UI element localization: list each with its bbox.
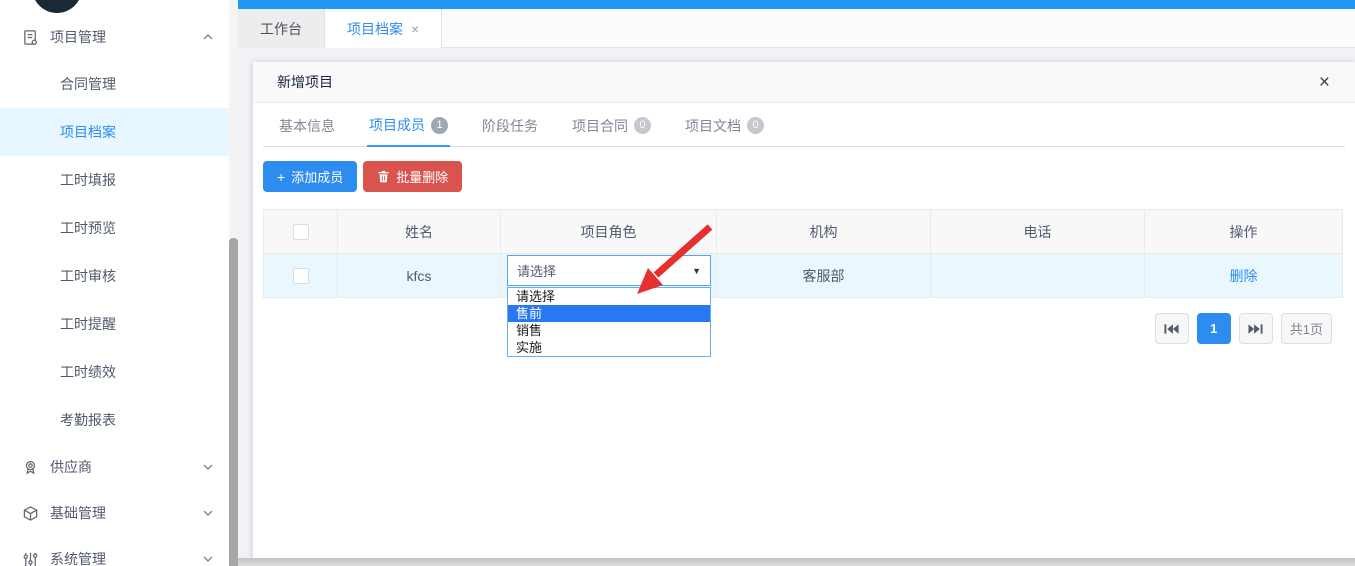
delete-row-link[interactable]: 删除 [1230, 268, 1258, 284]
sidebar-menu: 项目管理 合同管理 项目档案 工时填报 工时预览 工时审核 工时提醒 工时绩效 … [0, 14, 238, 566]
sidebar-group-base-mgmt[interactable]: 基础管理 [0, 490, 232, 536]
tab-label: 项目文档 [685, 116, 741, 136]
count-badge: 0 [634, 117, 651, 134]
tab-phase-tasks[interactable]: 阶段任务 [480, 115, 540, 146]
sidebar-group-label: 基础管理 [50, 503, 106, 523]
batch-delete-button[interactable]: 批量删除 [363, 161, 462, 192]
panel-tabs: 基本信息 项目成员 1 阶段任务 项目合同 0 项目文档 0 [263, 103, 1345, 147]
row-checkbox[interactable] [293, 268, 309, 284]
page-1-button[interactable]: 1 [1197, 313, 1231, 344]
cell-phone [931, 254, 1145, 298]
plus-icon: + [277, 169, 285, 185]
tab-label: 基本信息 [279, 116, 335, 136]
table-header-row: 姓名 项目角色 机构 电话 操作 [264, 210, 1343, 254]
sidebar-item-project-archive[interactable]: 项目档案 [0, 108, 232, 156]
members-table: 姓名 项目角色 机构 电话 操作 kfcs 客服部 删除 [263, 209, 1343, 298]
option-implementation[interactable]: 实施 [508, 339, 710, 356]
close-icon[interactable]: × [1319, 73, 1330, 92]
column-header-org: 机构 [717, 210, 931, 254]
sidebar-group-system-mgmt[interactable]: 系统管理 [0, 536, 232, 566]
tab-label: 项目合同 [572, 116, 628, 136]
cube-icon [22, 505, 39, 522]
select-all-checkbox[interactable] [293, 224, 309, 240]
total-pages-label: 共1页 [1281, 313, 1332, 344]
page-tabbar: 工作台 项目档案 × [238, 9, 1355, 48]
cell-org: 客服部 [717, 254, 931, 298]
tab-basic-info[interactable]: 基本信息 [277, 115, 337, 146]
option-sales[interactable]: 销售 [508, 322, 710, 339]
select-value: 请选择 [517, 261, 556, 280]
tab-label: 项目档案 [347, 19, 403, 39]
sidebar-item-contract-mgmt[interactable]: 合同管理 [0, 60, 232, 108]
count-badge: 1 [431, 117, 448, 134]
sidebar-item-hours-remind[interactable]: 工时提醒 [0, 300, 232, 348]
supplier-badge-icon [22, 459, 39, 476]
option-presales[interactable]: 售前 [508, 305, 710, 322]
tab-label: 项目成员 [369, 115, 425, 135]
sidebar-scrollbar-thumb[interactable] [229, 238, 238, 566]
sidebar-group-project-mgmt[interactable]: 项目管理 [0, 14, 232, 60]
project-doc-icon [22, 29, 39, 46]
sidebar-group-supplier[interactable]: 供应商 [0, 444, 232, 490]
count-badge: 0 [747, 117, 764, 134]
sidebar-item-attendance-report[interactable]: 考勤报表 [0, 396, 232, 444]
first-page-button[interactable] [1155, 313, 1189, 344]
column-header-phone: 电话 [931, 210, 1145, 254]
chevron-down-icon [202, 507, 214, 519]
trash-icon [377, 170, 390, 183]
last-page-button[interactable] [1239, 313, 1273, 344]
tab-project-archive[interactable]: 项目档案 × [325, 9, 442, 48]
skip-next-icon [1248, 323, 1263, 335]
top-accent-bar [238, 0, 1355, 9]
sidebar: 项目管理 合同管理 项目档案 工时填报 工时预览 工时审核 工时提醒 工时绩效 … [0, 0, 238, 566]
app-logo [32, 0, 82, 13]
role-select-dropdown: 请选择 售前 销售 实施 [507, 287, 711, 357]
table-row: kfcs 客服部 删除 [264, 254, 1343, 298]
chevron-down-icon [202, 553, 214, 565]
horizontal-scrollbar[interactable] [238, 558, 1355, 566]
pagination: 1 共1页 [1147, 313, 1332, 344]
chevron-up-icon [202, 31, 214, 43]
button-label: 批量删除 [396, 167, 448, 186]
member-toolbar: + 添加成员 批量删除 [263, 161, 1355, 192]
sidebar-group-label: 供应商 [50, 457, 92, 477]
tab-project-contract[interactable]: 项目合同 0 [570, 115, 653, 146]
row-checkbox-cell [264, 254, 338, 298]
panel-title: 新增项目 [277, 72, 333, 92]
skip-prev-icon [1164, 323, 1179, 335]
tab-label: 阶段任务 [482, 116, 538, 136]
sidebar-item-hours-performance[interactable]: 工时绩效 [0, 348, 232, 396]
column-header-name: 姓名 [338, 210, 501, 254]
add-member-button[interactable]: + 添加成员 [263, 161, 357, 192]
cell-actions: 删除 [1145, 254, 1343, 298]
tab-workbench[interactable]: 工作台 [238, 9, 325, 48]
new-project-panel: 新增项目 × 基本信息 项目成员 1 阶段任务 项目合同 0 项目文档 0 + … [253, 62, 1355, 558]
column-header-role: 项目角色 [501, 210, 717, 254]
sidebar-item-hours-fill[interactable]: 工时填报 [0, 156, 232, 204]
header-checkbox-cell [264, 210, 338, 254]
tab-label: 工作台 [260, 19, 302, 39]
sliders-icon [22, 551, 39, 566]
tab-project-members[interactable]: 项目成员 1 [367, 115, 450, 147]
column-header-actions: 操作 [1145, 210, 1343, 254]
sidebar-group-label: 项目管理 [50, 27, 106, 47]
sidebar-item-hours-preview[interactable]: 工时预览 [0, 204, 232, 252]
caret-down-icon: ▼ [692, 266, 701, 276]
button-label: 添加成员 [291, 167, 343, 186]
close-icon[interactable]: × [411, 21, 419, 37]
chevron-down-icon [202, 461, 214, 473]
panel-header: 新增项目 × [253, 62, 1355, 103]
tab-project-docs[interactable]: 项目文档 0 [683, 115, 766, 146]
sidebar-group-label: 系统管理 [50, 549, 106, 566]
cell-name: kfcs [338, 254, 501, 298]
option-please-select[interactable]: 请选择 [508, 288, 710, 305]
role-select[interactable]: 请选择 ▼ [507, 255, 711, 286]
sidebar-item-hours-audit[interactable]: 工时审核 [0, 252, 232, 300]
